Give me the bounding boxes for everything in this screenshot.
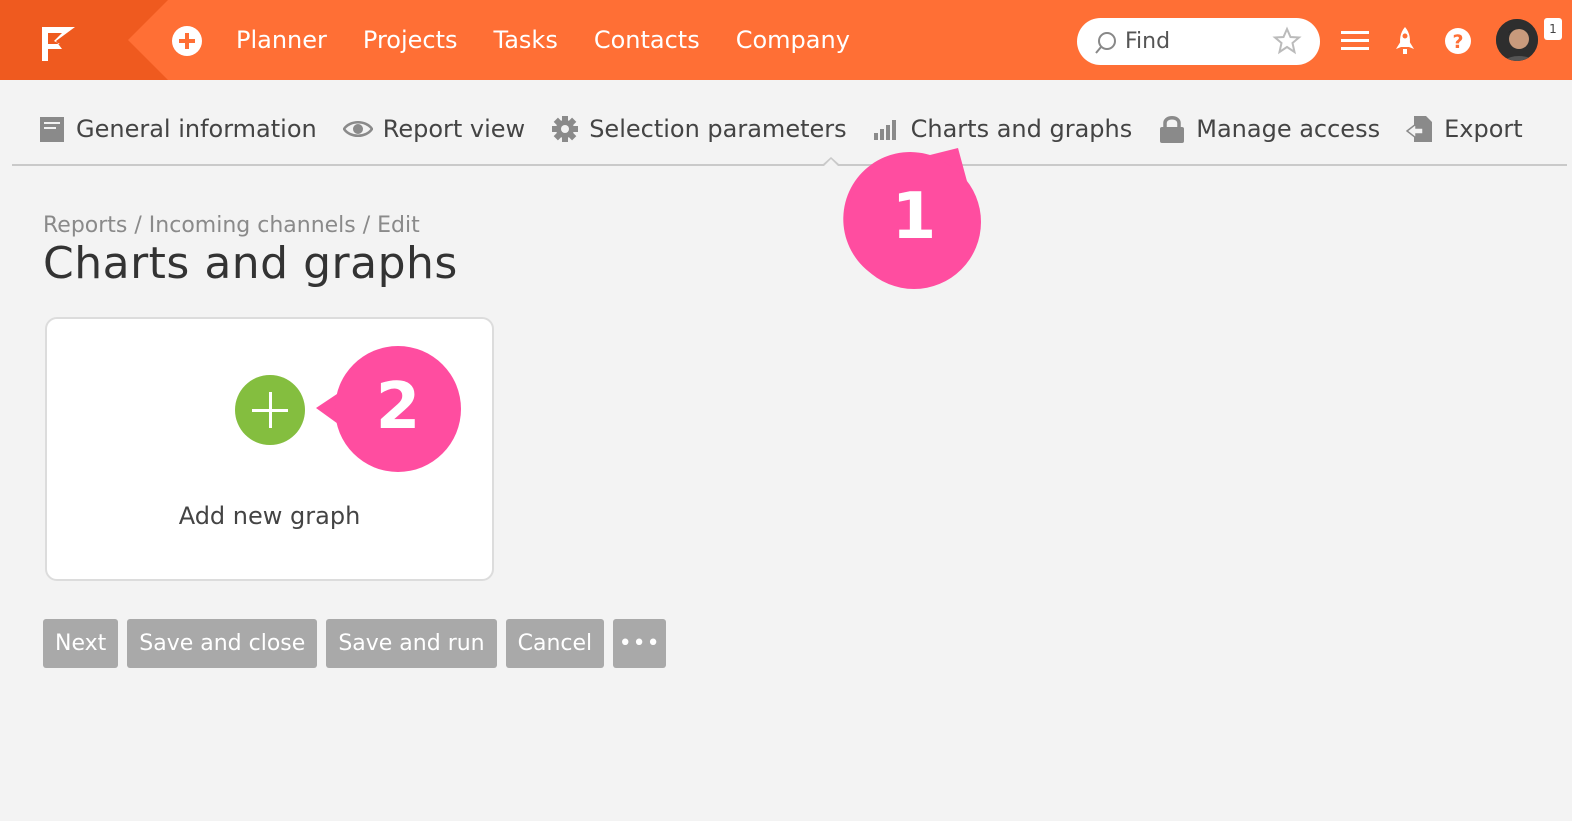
plus-circle-icon[interactable] (235, 375, 305, 445)
tab-manage-access[interactable]: Manage access (1158, 114, 1380, 144)
svg-text:?: ? (1452, 31, 1463, 53)
cancel-button[interactable]: Cancel (505, 619, 605, 668)
breadcrumb-edit: Edit (377, 213, 420, 238)
callout-number-1: 1 (891, 180, 937, 254)
search-input[interactable] (1125, 26, 1275, 56)
logo[interactable] (0, 0, 168, 80)
tab-general-information[interactable]: General information (38, 115, 317, 143)
bar-chart-icon (873, 120, 896, 140)
tab-report-view[interactable]: Report view (342, 115, 526, 143)
breadcrumb-separator: / (127, 213, 149, 238)
gear-icon (552, 116, 579, 142)
tab-label: General information (76, 115, 317, 143)
save-and-close-button[interactable]: Save and close (127, 619, 318, 668)
tab-export[interactable]: Export (1406, 114, 1523, 144)
help-icon[interactable]: ? (1444, 27, 1472, 55)
page-title: Charts and graphs (43, 238, 458, 289)
star-icon[interactable] (1272, 26, 1302, 56)
breadcrumb-incoming-channels[interactable]: Incoming channels (149, 213, 356, 238)
avatar-icon (1496, 19, 1538, 61)
nav-contacts[interactable]: Contacts (594, 26, 700, 54)
nav-company[interactable]: Company (736, 26, 850, 54)
more-actions-button[interactable]: ••• (613, 619, 667, 668)
breadcrumb: Reports / Incoming channels / Edit (43, 213, 420, 238)
export-icon (1406, 116, 1433, 142)
top-bar: Planner Projects Tasks Contacts Company … (0, 0, 1572, 80)
tab-selection-parameters[interactable]: Selection parameters (551, 115, 847, 143)
report-tabs: General information Report view Selectio… (38, 104, 1549, 154)
search-icon (1095, 32, 1116, 54)
nav-planner[interactable]: Planner (236, 26, 327, 54)
flag-logo-icon (0, 0, 168, 80)
main-nav: Planner Projects Tasks Contacts Company (236, 0, 850, 80)
tabs-divider (12, 164, 1567, 166)
tab-label: Charts and graphs (910, 115, 1133, 143)
rocket-icon[interactable] (1393, 25, 1417, 57)
next-button[interactable]: Next (43, 619, 119, 668)
create-button[interactable] (172, 26, 202, 56)
breadcrumb-separator: / (355, 213, 378, 238)
tab-label: Selection parameters (589, 115, 847, 143)
callout-number-2: 2 (375, 370, 421, 444)
tab-charts-and-graphs[interactable]: Charts and graphs (873, 115, 1133, 143)
menu-icon[interactable] (1340, 29, 1370, 53)
active-tab-pointer (822, 157, 840, 166)
notification-badge[interactable]: 1 (1544, 18, 1562, 40)
form-icon (40, 117, 64, 142)
action-buttons: Next Save and close Save and run Cancel … (43, 619, 667, 668)
lock-icon (1160, 116, 1185, 143)
tab-label: Report view (382, 115, 526, 143)
nav-projects[interactable]: Projects (363, 26, 458, 54)
save-and-run-button[interactable]: Save and run (326, 619, 497, 668)
tab-label: Export (1444, 115, 1523, 143)
add-new-graph-label: Add new graph (178, 502, 361, 530)
nav-tasks[interactable]: Tasks (494, 26, 558, 54)
breadcrumb-reports[interactable]: Reports (43, 213, 127, 238)
user-avatar[interactable] (1494, 17, 1540, 63)
tab-label: Manage access (1196, 115, 1381, 143)
eye-icon (342, 121, 373, 137)
